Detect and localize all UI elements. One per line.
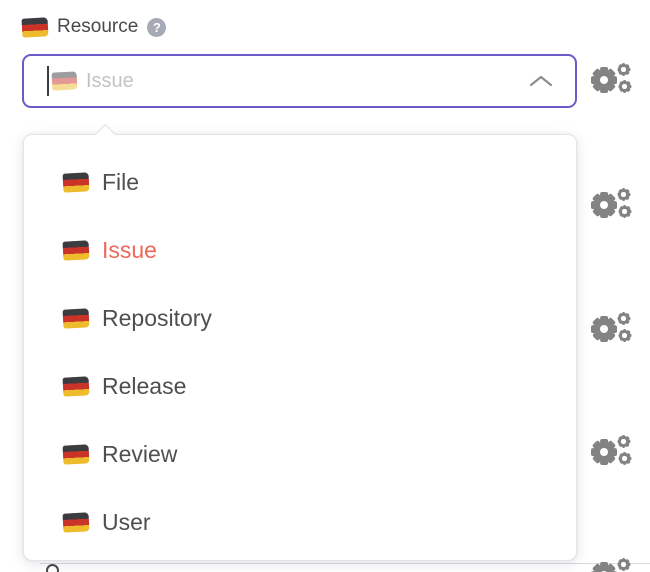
settings-gears-icon[interactable] <box>591 558 631 572</box>
german-flag-icon <box>63 512 90 532</box>
german-flag-icon <box>52 71 78 90</box>
dropdown-option-file[interactable]: File <box>24 148 576 216</box>
settings-gears-icon[interactable] <box>591 312 631 346</box>
dropdown-option-user[interactable]: User <box>24 488 576 556</box>
dropdown-option-issue[interactable]: Issue <box>24 216 576 284</box>
help-glyph: ? <box>153 20 161 35</box>
dropdown-menu: File Issue Repository Release Review Use… <box>23 134 577 561</box>
settings-gears-icon[interactable] <box>591 63 631 97</box>
dropdown-option-release[interactable]: Release <box>24 352 576 420</box>
option-label: User <box>102 509 151 536</box>
combobox-placeholder: Issue <box>86 70 134 93</box>
text-cursor <box>47 66 49 96</box>
dropdown-option-review[interactable]: Review <box>24 420 576 488</box>
settings-gears-icon[interactable] <box>591 435 631 469</box>
option-label: Release <box>102 373 186 400</box>
german-flag-icon <box>63 240 90 260</box>
help-icon[interactable]: ? <box>147 18 166 37</box>
screenshot-root: Resource ? Issue <box>0 0 650 572</box>
option-label: Review <box>102 441 177 468</box>
option-label: File <box>102 169 139 196</box>
settings-gears-icon[interactable] <box>591 188 631 222</box>
resource-combobox[interactable]: Issue <box>22 54 577 108</box>
german-flag-icon <box>22 17 49 37</box>
german-flag-icon <box>63 444 90 464</box>
dropdown-option-repository[interactable]: Repository <box>24 284 576 352</box>
german-flag-icon <box>63 308 90 328</box>
field-header: Resource ? <box>22 14 166 40</box>
chevron-up-icon[interactable] <box>529 74 553 88</box>
german-flag-icon <box>63 376 90 396</box>
option-label: Repository <box>102 305 212 332</box>
option-label: Issue <box>102 237 157 264</box>
clipped-underlying-glyph <box>46 564 59 572</box>
field-label: Resource <box>57 16 138 38</box>
german-flag-icon <box>63 172 90 192</box>
underlying-divider <box>40 563 650 564</box>
